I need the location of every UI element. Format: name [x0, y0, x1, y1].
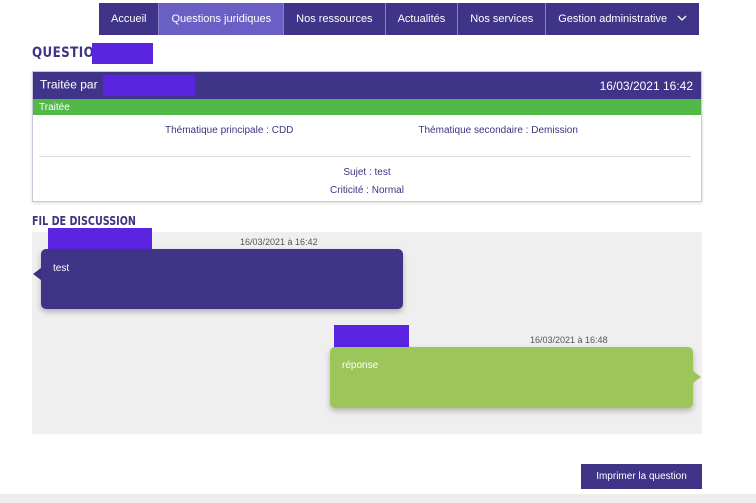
message-text: test — [53, 263, 70, 274]
nav-item-gestion-administrative[interactable]: Gestion administrative — [546, 3, 699, 35]
nav-item-questions-juridiques[interactable]: Questions juridiques — [159, 3, 285, 35]
question-meta: Sujet : test Criticité : Normal — [33, 166, 701, 198]
bubble-tail-right — [693, 371, 701, 383]
nav-item-accueil[interactable]: Accueil — [99, 3, 160, 35]
footer-strip — [0, 494, 756, 503]
redacted-author-2 — [334, 325, 409, 349]
question-card: Traitée par 16/03/2021 16:42 Traitée Thé… — [32, 71, 702, 202]
message-timestamp: 16/03/2021 à 16:48 — [530, 335, 608, 345]
theme-secondary: Thématique secondaire : Demission — [418, 125, 578, 136]
redacted-handler-name — [102, 75, 195, 96]
redacted-question-id — [92, 43, 153, 64]
main-nav: Accueil Questions juridiques Nos ressour… — [99, 3, 700, 35]
message-bubble-question: test — [41, 249, 403, 309]
nav-item-nos-ressources[interactable]: Nos ressources — [284, 3, 386, 35]
status-badge: Traitée — [33, 99, 701, 115]
question-datetime: 16/03/2021 16:42 — [599, 78, 693, 93]
message-timestamp: 16/03/2021 à 16:42 — [240, 237, 318, 247]
nav-item-actualites[interactable]: Actualités — [386, 3, 459, 35]
bubble-tail-left — [33, 268, 41, 280]
theme-main: Thématique principale : CDD — [165, 125, 294, 136]
nav-item-nos-services[interactable]: Nos services — [458, 3, 547, 35]
divider — [39, 156, 691, 157]
criticity-text: Criticité : Normal — [330, 185, 404, 196]
question-card-header: Traitée par 16/03/2021 16:42 — [33, 72, 701, 99]
handled-by-label: Traitée par — [40, 77, 98, 92]
discussion-title: FIL DE DISCUSSION — [32, 214, 136, 228]
subject-text: Sujet : test — [343, 167, 391, 178]
redacted-author-1 — [48, 228, 152, 249]
nav-item-label: Gestion administrative — [558, 13, 668, 25]
print-question-button[interactable]: Imprimer la question — [581, 464, 702, 489]
chevron-down-icon — [677, 14, 687, 25]
message-text: réponse — [342, 360, 379, 371]
themes-row: Thématique principale : CDD Thématique s… — [33, 125, 701, 136]
message-bubble-reply: réponse — [330, 347, 693, 408]
